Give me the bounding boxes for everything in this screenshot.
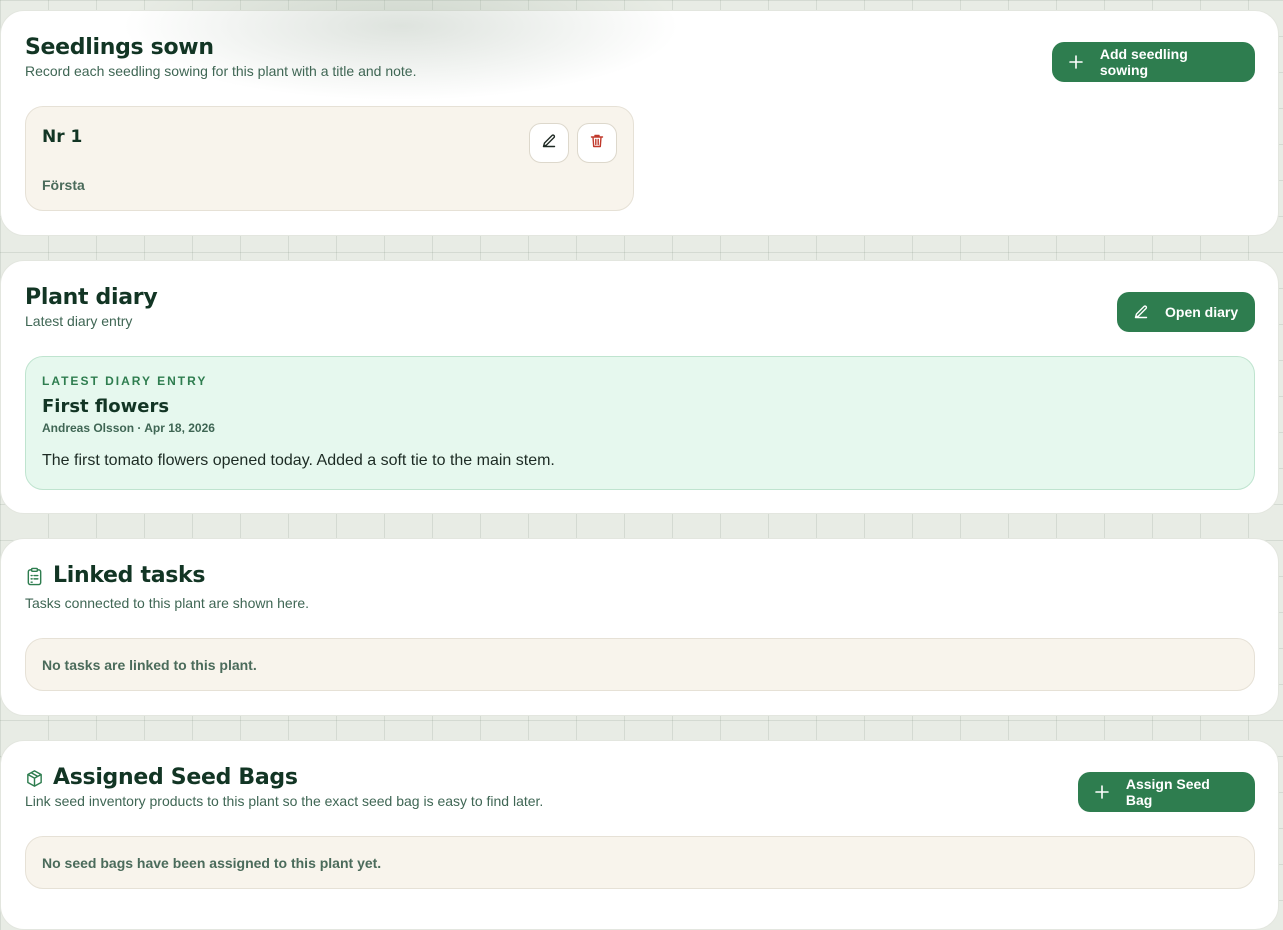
open-diary-button[interactable]: Open diary (1117, 292, 1255, 332)
seedlings-title: Seedlings sown (25, 35, 214, 60)
plant-diary-card: Plant diary Latest diary entry Open diar… (0, 260, 1279, 514)
package-icon (25, 769, 44, 793)
diary-title: Plant diary (25, 285, 158, 310)
seed-bags-empty-text: No seed bags have been assigned to this … (42, 855, 382, 871)
diary-subtitle: Latest diary entry (25, 313, 133, 329)
linked-tasks-card: Linked tasks Tasks connected to this pla… (0, 538, 1279, 716)
seedlings-card: Seedlings sown Record each seedling sowi… (0, 0, 1279, 236)
seedling-item: Nr 1 Första (25, 106, 634, 211)
seedlings-subtitle: Record each seedling sowing for this pla… (25, 63, 417, 79)
entry-body: The first tomato flowers opened today. A… (42, 452, 555, 469)
seed-bags-title: Assigned Seed Bags (53, 765, 298, 790)
pencil-icon (1133, 304, 1149, 320)
pencil-icon (541, 133, 557, 154)
plus-icon (1068, 54, 1084, 70)
seed-bags-subtitle: Link seed inventory products to this pla… (25, 793, 544, 809)
clipboard-list-icon (25, 567, 44, 591)
delete-seedling-button[interactable] (577, 123, 617, 163)
trash-icon (589, 133, 605, 154)
edit-seedling-button[interactable] (529, 123, 569, 163)
tasks-title: Linked tasks (53, 563, 206, 588)
open-diary-label: Open diary (1165, 304, 1239, 320)
tasks-subtitle: Tasks connected to this plant are shown … (25, 595, 310, 611)
tasks-empty-state: No tasks are linked to this plant. (25, 638, 1255, 691)
seed-bags-empty-state: No seed bags have been assigned to this … (25, 836, 1255, 889)
tasks-empty-text: No tasks are linked to this plant. (42, 657, 257, 673)
seedling-item-note: Första (42, 177, 85, 193)
plus-icon (1094, 784, 1110, 800)
add-seedling-label: Add seedling sowing (1099, 46, 1188, 78)
assign-seed-bag-label: Assign Seed Bag (1125, 776, 1210, 808)
entry-label: LATEST DIARY ENTRY (42, 374, 208, 388)
seedling-item-title: Nr 1 (42, 127, 83, 147)
seed-bags-card: Assigned Seed Bags Link seed inventory p… (0, 740, 1279, 930)
entry-title: First flowers (42, 396, 170, 417)
assign-seed-bag-button[interactable]: Assign Seed Bag (1078, 772, 1255, 812)
latest-diary-entry[interactable]: LATEST DIARY ENTRY First flowers Andreas… (25, 356, 1255, 490)
add-seedling-button[interactable]: Add seedling sowing (1052, 42, 1255, 82)
entry-meta: Andreas Olsson · Apr 18, 2026 (42, 421, 215, 435)
